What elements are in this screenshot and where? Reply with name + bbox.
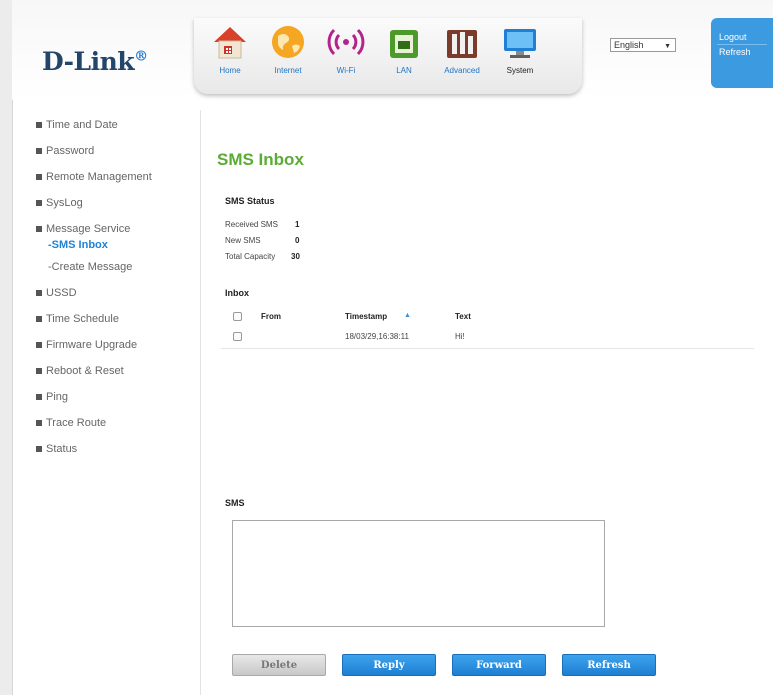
sms-status-heading: SMS Status [225, 196, 275, 206]
nav-internet-label: Internet [274, 66, 302, 75]
sidebar-item-label: SysLog [46, 197, 83, 209]
chevron-down-icon: ▼ [664, 43, 671, 50]
dlink-logo: D-Link® [42, 47, 148, 76]
sort-ascending-icon[interactable]: ▲ [404, 312, 411, 319]
refresh-button[interactable]: Refresh [562, 654, 656, 676]
account-box: Logout Refresh [711, 18, 773, 88]
logout-link[interactable]: Logout [711, 32, 773, 42]
sidebar-item-message-service[interactable]: Message Service [36, 222, 196, 238]
sidebar-item-label: -Create Message [48, 261, 133, 273]
nav-wifi[interactable]: Wi-Fi [318, 22, 374, 90]
sidebar-item-sms-inbox[interactable]: -SMS Inbox [36, 238, 196, 260]
globe-icon [272, 26, 304, 58]
sidebar-item-password[interactable]: Password [36, 144, 196, 170]
sidebar-item-label: Firmware Upgrade [46, 339, 138, 351]
sidebar-item-create-message[interactable]: -Create Message [36, 260, 196, 286]
new-sms-label: New SMS [225, 236, 261, 245]
sidebar-item-reboot-reset[interactable]: Reboot & Reset [36, 364, 196, 390]
language-select[interactable]: English ▼ [610, 38, 676, 52]
new-sms-value: 0 [295, 236, 300, 245]
sidebar-item-label: Remote Management [46, 171, 152, 183]
logo-text: D-Link [42, 47, 135, 76]
reply-button[interactable]: Reply [342, 654, 436, 676]
sidebar-item-label: Trace Route [46, 417, 107, 429]
nav-lan-label: LAN [396, 66, 412, 75]
sidebar-item-label: -SMS Inbox [48, 239, 108, 251]
sidebar-item-syslog[interactable]: SysLog [36, 196, 196, 222]
tools-icon [447, 30, 477, 58]
sidebar-item-label: Reboot & Reset [46, 365, 124, 377]
sidebar-item-trace-route[interactable]: Trace Route [36, 416, 196, 442]
received-sms-value: 1 [295, 220, 300, 229]
bullet-icon [36, 342, 42, 348]
sidebar-item-label: Message Service [46, 223, 131, 235]
bullet-icon [36, 148, 42, 154]
page-title: SMS Inbox [217, 150, 304, 169]
nav-internet[interactable]: Internet [260, 22, 316, 90]
row-checkbox[interactable] [233, 332, 242, 341]
bullet-icon [36, 174, 42, 180]
bullet-icon [36, 368, 42, 374]
nav-system[interactable]: System [492, 22, 548, 90]
bullet-icon [36, 290, 42, 296]
lan-icon [390, 30, 418, 58]
forward-button[interactable]: Forward [452, 654, 546, 676]
bullet-icon [36, 316, 42, 322]
bullet-icon [36, 394, 42, 400]
nav-lan[interactable]: LAN [376, 22, 432, 90]
column-header-text[interactable]: Text [455, 312, 471, 321]
inbox-heading: Inbox [225, 288, 249, 298]
main-nav-bar: Home Internet Wi-Fi LAN Advanced System [194, 18, 582, 94]
bullet-icon [36, 420, 42, 426]
bullet-icon [36, 200, 42, 206]
sidebar-item-ussd[interactable]: USSD [36, 286, 196, 312]
bullet-icon [36, 446, 42, 452]
row-text: Hi! [455, 332, 465, 341]
nav-home[interactable]: Home [202, 22, 258, 90]
total-capacity-label: Total Capacity [225, 252, 276, 261]
sidebar: Time and Date Password Remote Management… [36, 118, 196, 468]
column-header-from[interactable]: From [261, 312, 281, 321]
sidebar-item-label: Password [46, 145, 95, 157]
sidebar-item-label: Ping [46, 391, 69, 403]
column-header-timestamp[interactable]: Timestamp [345, 312, 387, 321]
sidebar-item-label: Time Schedule [46, 313, 119, 325]
bullet-icon [36, 122, 42, 128]
total-capacity-value: 30 [291, 252, 300, 261]
sidebar-item-status[interactable]: Status [36, 442, 196, 468]
sms-textarea[interactable] [232, 520, 605, 627]
delete-button[interactable]: Delete [232, 654, 326, 676]
sidebar-item-time-schedule[interactable]: Time Schedule [36, 312, 196, 338]
refresh-link[interactable]: Refresh [711, 47, 773, 57]
nav-advanced-label: Advanced [444, 66, 480, 75]
row-divider [221, 348, 754, 349]
received-sms-label: Received SMS [225, 220, 278, 229]
logo-mark: ® [134, 48, 148, 65]
monitor-icon [504, 29, 536, 58]
sidebar-item-remote-management[interactable]: Remote Management [36, 170, 196, 196]
nav-wifi-label: Wi-Fi [336, 66, 356, 75]
row-timestamp: 18/03/29,16:38:11 [345, 332, 409, 341]
select-all-checkbox[interactable] [233, 312, 242, 321]
nav-home-label: Home [219, 66, 241, 75]
bullet-icon [36, 226, 42, 232]
sidebar-item-time-and-date[interactable]: Time and Date [36, 118, 196, 144]
wifi-icon [327, 28, 365, 56]
sidebar-item-label: Status [46, 443, 78, 455]
home-icon [214, 27, 246, 59]
sidebar-item-label: Time and Date [46, 119, 118, 131]
sidebar-item-firmware-upgrade[interactable]: Firmware Upgrade [36, 338, 196, 364]
nav-system-label: System [506, 66, 534, 75]
sidebar-item-ping[interactable]: Ping [36, 390, 196, 416]
sms-heading: SMS [225, 498, 245, 508]
divider [717, 44, 767, 45]
nav-advanced[interactable]: Advanced [434, 22, 490, 90]
sidebar-item-label: USSD [46, 287, 77, 299]
language-value: English [614, 40, 644, 50]
